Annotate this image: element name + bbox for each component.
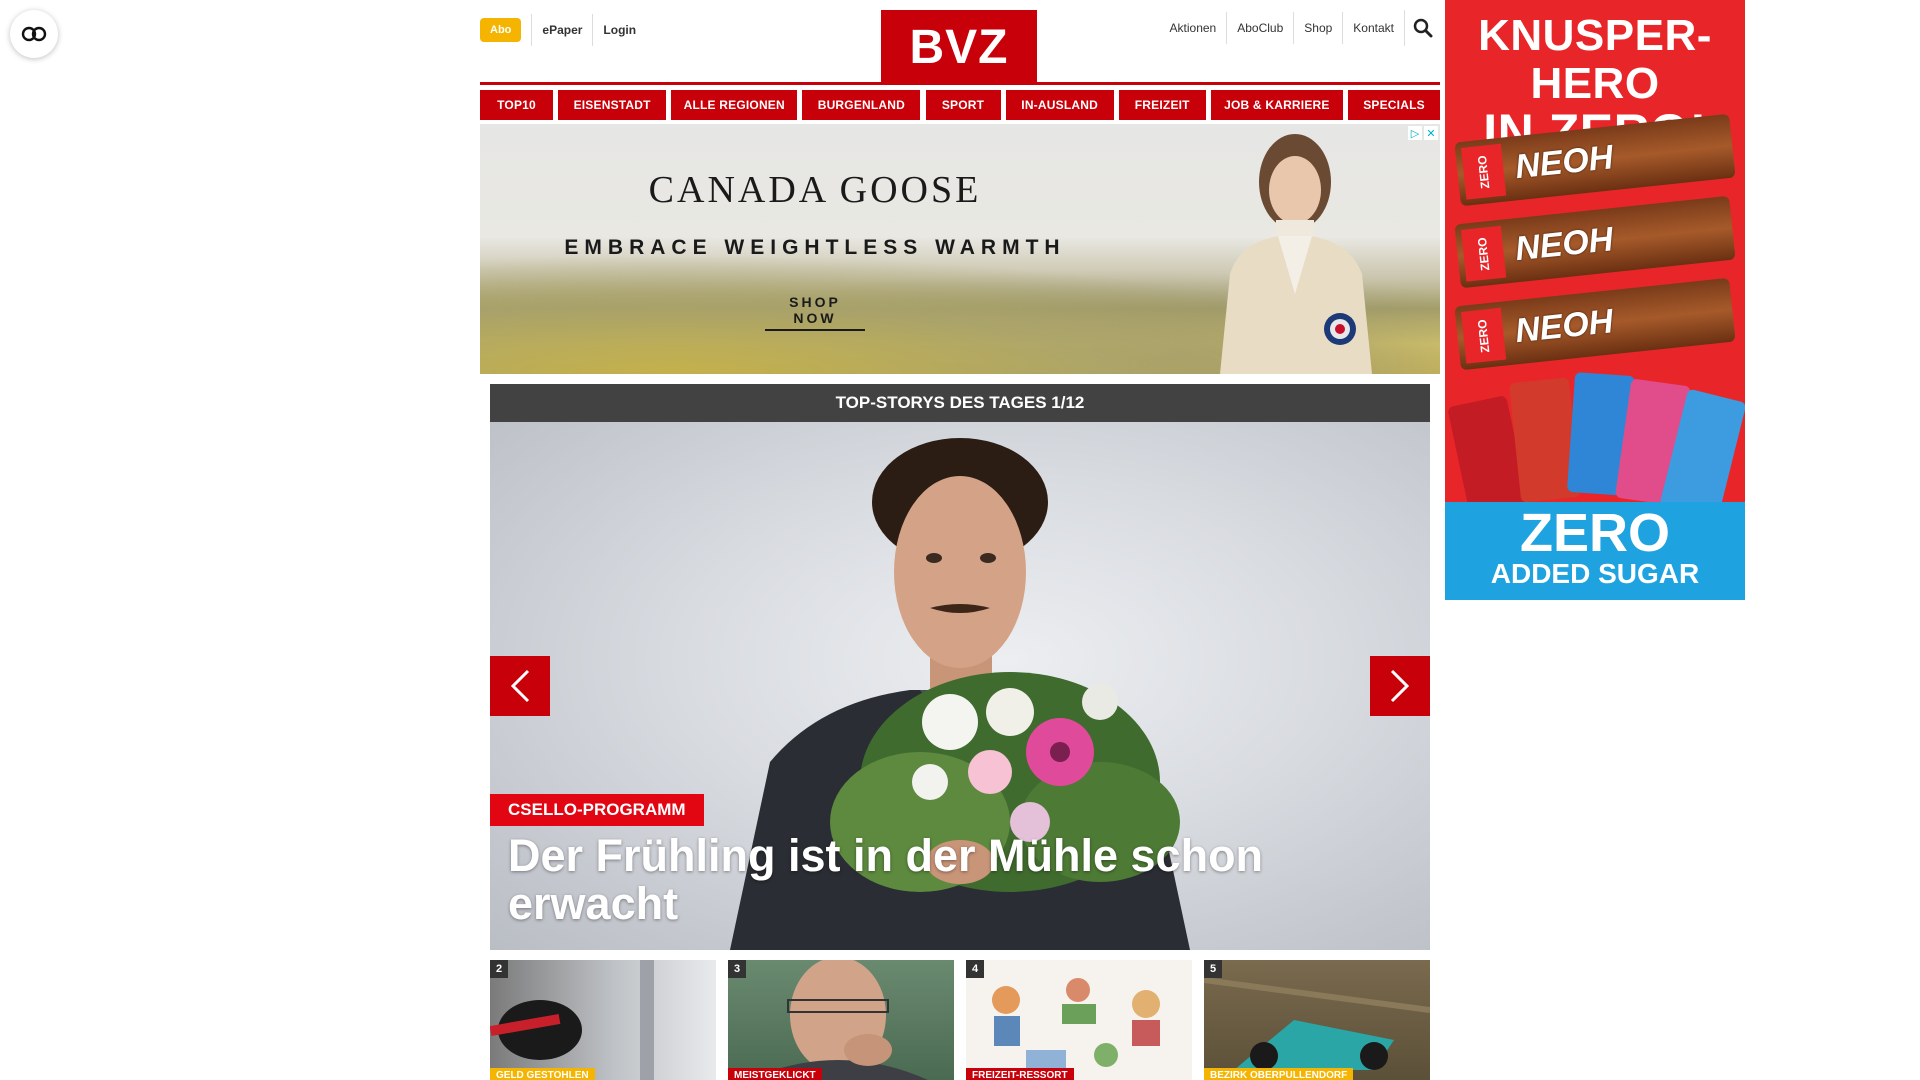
bar-brand-3: NEOH [1513,302,1616,351]
story-thumbnail[interactable]: 4 FREIZEIT-RESSORT [966,960,1192,1080]
header-left-links: Abo ePaper Login [480,14,646,46]
top-stories-header: TOP-STORYS DES TAGES 1/12 [490,384,1430,422]
accessibility-icon [21,26,47,42]
site-header: Abo ePaper Login BVZ Aktionen AboClub Sh… [480,0,1440,84]
nav-item-alle-regionen[interactable]: ALLE REGIONEN [671,90,798,120]
nav-item-burgenland[interactable]: BURGENLAND [802,90,921,120]
accessibility-button[interactable] [10,10,58,58]
bar-brand-1: NEOH [1513,138,1616,187]
product-bar-2: ZERO NEOH [1454,195,1736,289]
thumbnail-tag: GELD GESTOHLEN [490,1068,595,1080]
story-thumbnail[interactable]: 2 GELD GESTOHLEN [490,960,716,1080]
nav-item-in-ausland[interactable]: IN-AUSLAND [1005,90,1114,120]
bar-zero-label: ZERO [1461,307,1507,364]
sky-ad-title-line1: KNUSPER-HERO [1478,11,1712,108]
kontakt-link[interactable]: Kontakt [1342,12,1404,44]
nav-item-sport[interactable]: SPORT [925,90,1001,120]
nav-item-job-karriere[interactable]: JOB & KARRIERE [1210,90,1343,120]
ad-close-icon[interactable]: ✕ [1424,126,1438,140]
slider-next-button[interactable] [1370,656,1430,716]
thumbnail-number: 2 [490,960,508,978]
aboclub-link[interactable]: AboClub [1226,12,1293,44]
bvz-logo[interactable]: BVZ [881,10,1037,84]
aktionen-link[interactable]: Aktionen [1160,12,1227,44]
thumbnail-number: 3 [728,960,746,978]
top-stories-slider: TOP-STORYS DES TAGES 1/12 CSELLO-PROGRAM… [490,384,1430,950]
abo-button[interactable]: Abo [480,18,522,42]
nav-item-freizeit[interactable]: FREIZEIT [1118,90,1206,120]
header-divider [480,82,1440,85]
bar-brand-2: NEOH [1513,220,1616,269]
product-bar-3: ZERO NEOH [1454,277,1736,371]
sky-ad-sugar: ADDED SUGAR [1490,558,1700,589]
epaper-link[interactable]: ePaper [531,14,592,46]
thumbnail-image [490,960,654,1080]
ad-brand: CANADA GOOSE [648,169,982,211]
header-right-links: Aktionen AboClub Shop Kontakt [1160,10,1440,46]
bar-zero-label: ZERO [1461,143,1507,200]
main-navigation: TOP10 EISENSTADT ALLE REGIONEN BURGENLAN… [480,90,1440,120]
nav-item-eisenstadt[interactable]: EISENSTADT [558,90,667,120]
hero-headline[interactable]: Der Frühling ist in der Mühle schon erwa… [508,832,1328,928]
thumbnail-image [992,978,1160,1070]
story-thumbnail[interactable]: 3 MEISTGEKLICKT [728,960,954,1080]
ad-controls: ▷ ✕ [1408,126,1438,140]
bar-zero-label: ZERO [1461,225,1507,282]
thumbnail-tag: FREIZEIT-RESSORT [966,1068,1074,1080]
thumbnail-tag: MEISTGEKLICKT [728,1068,822,1080]
nav-item-specials[interactable]: SPECIALS [1348,90,1440,120]
nav-item-top10[interactable]: TOP10 [480,90,553,120]
thumbnail-image [1204,977,1430,1070]
thumbnail-number: 5 [1204,960,1222,978]
ad-model-image [1220,134,1372,374]
chevron-left-icon [510,669,530,703]
story-thumbnail[interactable]: 5 BEZIRK OBERPULLENDORF [1204,960,1430,1080]
shop-link[interactable]: Shop [1293,12,1342,44]
login-link[interactable]: Login [592,14,646,46]
hero-category-tag[interactable]: CSELLO-PROGRAMM [490,794,704,826]
neoh-skyscraper-ad[interactable]: KNUSPER-HERO IN ZERO! ZERO NEOH ZERO NEO… [1445,0,1745,600]
thumbnail-tag: BEZIRK OBERPULLENDORF [1204,1068,1354,1080]
thumbnail-number: 4 [966,960,984,978]
slider-prev-button[interactable] [490,656,550,716]
product-packs-image [1447,370,1745,525]
sky-ad-zero: ZERO [1519,503,1670,563]
thumbnail-image [748,960,928,1080]
ad-tagline: EMBRACE WEIGHTLESS WARMTH [564,236,1066,259]
canada-goose-ad[interactable]: CANADA GOOSE EMBRACE WEIGHTLESS WARMTH S… [480,124,1440,374]
ad-choices-icon[interactable]: ▷ [1408,126,1422,140]
story-thumbnails: 2 GELD GESTOHLEN 3 MEISTGEKLICKT 4 FREIZ… [490,960,1430,1080]
ad-shop-now-link[interactable]: SHOP NOW [765,294,865,331]
search-icon[interactable] [1404,10,1440,46]
chevron-right-icon [1390,669,1410,703]
hero-story[interactable]: CSELLO-PROGRAMM Der Frühling ist in der … [490,422,1430,950]
